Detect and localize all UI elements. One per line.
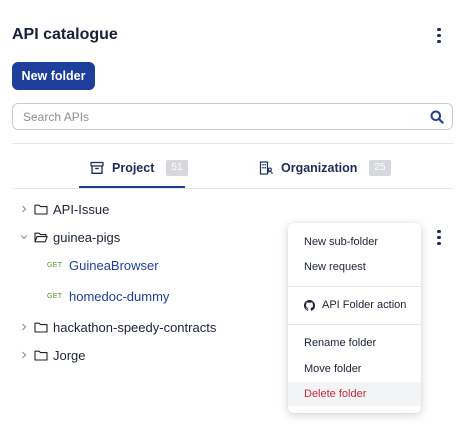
menu-divider	[288, 324, 421, 325]
folder-icon	[34, 204, 48, 215]
chevron-down-icon[interactable]	[20, 233, 28, 241]
menu-item-label: New request	[304, 261, 366, 273]
menu-item-api-folder-action[interactable]: API Folder action	[288, 293, 421, 317]
chevron-right-icon[interactable]	[20, 351, 28, 359]
menu-item-delete-folder[interactable]: Delete folder	[288, 382, 421, 406]
menu-item-rename-folder[interactable]: Rename folder	[288, 331, 421, 355]
search-input[interactable]	[13, 104, 422, 129]
divider	[12, 143, 453, 144]
menu-item-label: Delete folder	[304, 388, 367, 400]
menu-item-move-folder[interactable]: Move folder	[288, 357, 421, 381]
count-badge: 25	[369, 160, 391, 176]
search-icon[interactable]	[422, 104, 452, 129]
divider	[12, 188, 453, 189]
tab-label: Organization	[281, 161, 358, 175]
folder-label: API-Issue	[53, 201, 110, 217]
menu-item-label: Move folder	[304, 363, 362, 375]
search-bar	[12, 103, 453, 130]
folder-icon	[34, 322, 48, 333]
new-folder-button[interactable]: New folder	[12, 62, 95, 90]
folder-label: hackathon-speedy-contracts	[53, 319, 217, 335]
page-title: API catalogue	[12, 26, 118, 43]
folder-options-icon[interactable]	[434, 230, 444, 245]
menu-item-label: New sub-folder	[304, 236, 378, 248]
github-icon	[304, 299, 315, 311]
folder-open-icon	[34, 232, 48, 243]
request-label: homedoc-dummy	[69, 288, 170, 304]
folder-context-menu: New sub-folder New request API Folder ac…	[288, 223, 421, 413]
menu-item-label: Rename folder	[304, 337, 377, 349]
folder-icon	[34, 350, 48, 361]
chevron-right-icon[interactable]	[20, 205, 28, 213]
tab-project[interactable]: Project 51	[90, 160, 188, 188]
box-icon	[90, 161, 104, 174]
request-label: GuineaBrowser	[69, 257, 159, 273]
folder-label: guinea-pigs	[53, 229, 121, 245]
tab-organization[interactable]: Organization 25	[259, 160, 391, 188]
menu-item-label: API Folder action	[322, 299, 407, 311]
method-badge: GET	[47, 262, 63, 269]
folder-label: Jorge	[53, 347, 86, 363]
menu-item-new-sub-folder[interactable]: New sub-folder	[288, 230, 421, 254]
menu-divider	[288, 286, 421, 287]
method-badge: GET	[47, 293, 63, 300]
chevron-right-icon[interactable]	[20, 323, 28, 331]
menu-item-new-request[interactable]: New request	[288, 255, 421, 279]
more-options-icon[interactable]	[434, 28, 444, 43]
tab-label: Project	[112, 161, 155, 175]
organization-icon	[259, 161, 273, 175]
count-badge: 51	[166, 160, 188, 176]
